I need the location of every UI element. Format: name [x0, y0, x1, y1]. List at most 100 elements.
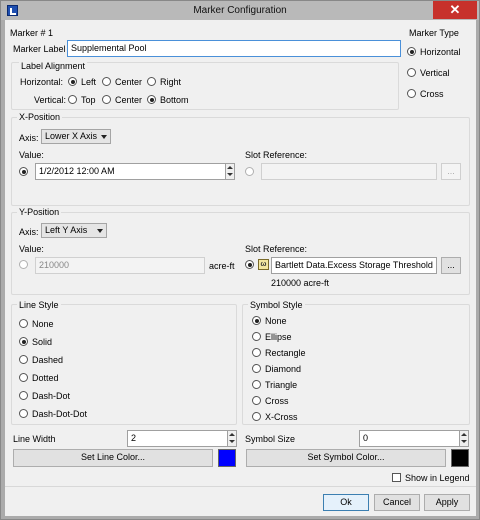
y-slot-browse-button[interactable]: ... [441, 257, 461, 274]
y-value-input[interactable]: 210000 [35, 257, 205, 274]
set-symbol-color-button[interactable]: Set Symbol Color... [246, 449, 446, 467]
y-axis-value: Left Y Axis [45, 225, 88, 235]
apply-button[interactable]: Apply [424, 494, 470, 511]
symbol-color-swatch[interactable] [451, 449, 469, 467]
x-slot-reference-radio[interactable] [245, 167, 254, 176]
line-dashdotdot-label: Dash-Dot-Dot [32, 409, 88, 419]
marker-type-horizontal-radio[interactable] [407, 47, 416, 56]
y-slot-reference-radio[interactable] [245, 260, 254, 269]
line-dotted-radio[interactable] [19, 373, 28, 382]
marker-config-window: Marker Configuration ✕ Marker # 1 Marker… [0, 0, 480, 520]
y-axis-select[interactable]: Left Y Axis [41, 223, 107, 238]
align-bottom-label: Bottom [160, 95, 189, 105]
line-width-spinner[interactable] [227, 431, 236, 446]
horizontal-alignment-label: Horizontal: [20, 77, 64, 87]
x-value-text: 1/2/2012 12:00 AM [39, 166, 115, 176]
marker-type-horizontal-label: Horizontal [420, 47, 461, 57]
symbol-cross-label: Cross [265, 396, 289, 406]
y-slot-reference-input[interactable]: Bartlett Data.Excess Storage Threshold [271, 257, 437, 274]
y-slot-value-readout: 210000 acre-ft [271, 278, 330, 288]
symbol-diamond-label: Diamond [265, 364, 302, 374]
show-in-legend-label: Show in Legend [405, 473, 470, 483]
symbol-diamond-radio[interactable] [252, 364, 261, 373]
symbol-cross-radio[interactable] [252, 396, 261, 405]
title-bar[interactable]: Marker Configuration ✕ [1, 1, 479, 20]
symbol-size-value: 0 [363, 433, 369, 443]
window-title: Marker Configuration [193, 5, 287, 16]
x-slot-reference-input[interactable] [261, 163, 437, 180]
align-right-label: Right [160, 77, 182, 87]
x-value-input[interactable]: 1/2/2012 12:00 AM [35, 163, 235, 180]
x-slot-browse-button[interactable]: ... [441, 163, 461, 180]
symbol-none-label: None [265, 316, 287, 326]
marker-type-title: Marker Type [409, 28, 459, 38]
marker-type-cross-radio[interactable] [407, 89, 416, 98]
marker-label-caption: Marker Label [13, 44, 66, 54]
show-in-legend-checkbox[interactable] [392, 473, 401, 482]
y-value-unit: acre-ft [209, 261, 235, 271]
x-value-spinner[interactable] [225, 164, 234, 179]
x-axis-select[interactable]: Lower X Axis [41, 129, 111, 144]
line-none-radio[interactable] [19, 319, 28, 328]
line-dotted-label: Dotted [32, 373, 59, 383]
chevron-down-icon [97, 229, 103, 233]
symbol-rectangle-radio[interactable] [252, 348, 261, 357]
label-alignment-title: Label Alignment [19, 61, 88, 71]
x-value-radio[interactable] [19, 167, 28, 176]
close-button[interactable]: ✕ [433, 1, 477, 19]
marker-label-input[interactable]: Supplemental Pool [67, 40, 401, 57]
marker-number: Marker # 1 [10, 28, 54, 38]
align-top-label: Top [81, 95, 96, 105]
align-vcenter-radio[interactable] [102, 95, 111, 104]
x-axis-label: Axis: [19, 133, 39, 143]
align-right-radio[interactable] [147, 77, 156, 86]
footer-divider [5, 486, 476, 487]
line-color-swatch[interactable] [218, 449, 236, 467]
dialog-body: Marker # 1 Marker Label Supplemental Poo… [5, 20, 476, 516]
symbol-size-input[interactable]: 0 [359, 430, 469, 447]
align-bottom-radio[interactable] [147, 95, 156, 104]
line-width-label: Line Width [13, 434, 56, 444]
symbol-rectangle-label: Rectangle [265, 348, 306, 358]
align-vcenter-label: Center [115, 95, 143, 105]
ok-button[interactable]: Ok [323, 494, 369, 511]
y-slot-reference-label: Slot Reference: [245, 244, 308, 254]
symbol-triangle-radio[interactable] [252, 380, 261, 389]
align-top-radio[interactable] [68, 95, 77, 104]
symbol-size-label: Symbol Size [245, 434, 296, 444]
x-value-label: Value: [19, 150, 44, 160]
symbol-none-radio[interactable] [252, 316, 261, 325]
symbol-ellipse-radio[interactable] [252, 332, 261, 341]
x-axis-value: Lower X Axis [45, 131, 98, 141]
line-width-value: 2 [131, 433, 137, 443]
slot-icon: ω [258, 259, 269, 270]
marker-type-vertical-label: Vertical [420, 68, 450, 78]
cancel-button[interactable]: Cancel [374, 494, 420, 511]
symbol-triangle-label: Triangle [265, 380, 298, 390]
align-left-radio[interactable] [68, 77, 77, 86]
line-solid-radio[interactable] [19, 337, 28, 346]
y-value-label: Value: [19, 244, 44, 254]
symbol-xcross-radio[interactable] [252, 412, 261, 421]
set-line-color-button[interactable]: Set Line Color... [13, 449, 213, 467]
align-center-radio[interactable] [102, 77, 111, 86]
line-width-input[interactable]: 2 [127, 430, 237, 447]
symbol-size-spinner[interactable] [459, 431, 468, 446]
line-style-title: Line Style [17, 300, 61, 310]
chevron-down-icon [101, 135, 107, 139]
y-position-title: Y-Position [17, 207, 62, 217]
x-slot-reference-label: Slot Reference: [245, 150, 308, 160]
line-none-label: None [32, 319, 54, 329]
line-dashdot-radio[interactable] [19, 391, 28, 400]
align-left-label: Left [81, 77, 97, 87]
y-axis-label: Axis: [19, 227, 39, 237]
x-position-title: X-Position [17, 112, 63, 122]
symbol-ellipse-label: Ellipse [265, 332, 292, 342]
marker-type-vertical-radio[interactable] [407, 68, 416, 77]
align-center-label: Center [115, 77, 143, 87]
line-solid-label: Solid [32, 337, 53, 347]
line-dashed-radio[interactable] [19, 355, 28, 364]
line-dashdot-label: Dash-Dot [32, 391, 71, 401]
y-value-radio[interactable] [19, 260, 28, 269]
line-dashdotdot-radio[interactable] [19, 409, 28, 418]
